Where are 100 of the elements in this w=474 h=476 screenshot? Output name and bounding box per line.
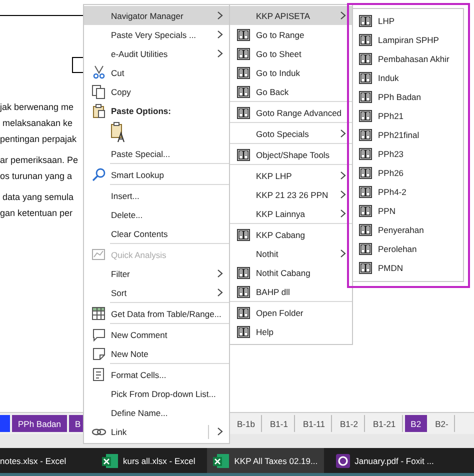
menu-item[interactable]: Filter (84, 264, 229, 283)
menu-item[interactable]: KKP 21 23 26 PPN (230, 185, 352, 204)
menu-item[interactable]: PPh4-2 (353, 182, 463, 201)
sheet-tab[interactable]: B1-11 (296, 415, 332, 432)
menu-item[interactable]: Get Data from Table/Range... (84, 302, 229, 323)
menu-item[interactable]: Perolehan (353, 239, 463, 258)
menu-item[interactable]: KKP LHP (230, 164, 352, 185)
add-in-icon (359, 52, 372, 64)
add-in-icon (236, 228, 250, 240)
sheet-tab[interactable]: PPh Badan (12, 415, 68, 432)
menu-item[interactable]: PPh26 (353, 163, 463, 182)
table-icon (90, 306, 106, 321)
scissors-icon (90, 65, 106, 80)
menu-item[interactable]: Define Name... (84, 403, 229, 422)
menu-item[interactable]: Open Folder (230, 301, 352, 322)
chart-icon (90, 247, 106, 262)
menu-item[interactable]: Insert... (84, 184, 229, 205)
clipboard-icon (90, 103, 106, 118)
menu-item[interactable]: Paste Very Specials ... (84, 25, 229, 44)
add-in-icon (359, 34, 372, 46)
menu-item[interactable]: Help (230, 322, 352, 341)
add-in-icon (359, 166, 372, 178)
menu-item[interactable]: Copy (84, 82, 229, 101)
add-in-icon (236, 306, 250, 318)
menu-item[interactable]: Go Back (230, 82, 352, 101)
body-text: jak berwenang me (0, 101, 74, 114)
menu-item[interactable]: Format Cells... (84, 363, 229, 384)
chevron-icon (217, 11, 223, 20)
menu-item[interactable]: Pick From Drop-down List... (84, 384, 229, 403)
menu-item[interactable]: BAHP dll (230, 282, 352, 301)
chevron-icon (217, 30, 223, 39)
add-in-icon (236, 28, 250, 40)
body-text: melaksanakan ke (2, 117, 73, 130)
menu-item[interactable]: Clear Contents (84, 224, 229, 243)
paste-button[interactable] (109, 120, 127, 144)
menu-item[interactable]: Object/Shape Tools (230, 143, 352, 164)
add-in-icon (359, 262, 372, 274)
chevron-icon (340, 249, 346, 258)
menu-item[interactable]: Go to Induk (230, 63, 352, 82)
menu-item[interactable]: Goto Range Advanced (230, 101, 352, 122)
menu-item[interactable]: PMDN (353, 258, 463, 277)
chevron-icon (217, 427, 223, 436)
add-in-icon (236, 326, 250, 338)
chevron-icon (340, 129, 346, 138)
add-in-icon (236, 48, 250, 60)
chevron-icon (340, 190, 346, 199)
add-in-icon (236, 148, 250, 160)
menu-item[interactable]: Lampiran SPHP (353, 30, 463, 49)
menu-item[interactable]: Go to Range (230, 25, 352, 44)
sheet-tab[interactable]: B2- (429, 415, 456, 432)
chevron-icon (217, 49, 223, 58)
menu-item[interactable]: Nothit Cabang (230, 263, 352, 282)
menu-item[interactable]: New Note (84, 344, 229, 363)
add-in-icon (236, 106, 250, 118)
menu-item[interactable]: PPh21 (353, 106, 463, 125)
menu-item[interactable]: Penyerahan (353, 220, 463, 239)
pdf-app-icon (336, 454, 350, 468)
menu-item[interactable]: e-Audit Utilities (84, 44, 229, 63)
note-icon (90, 346, 106, 361)
spreadsheet-app-icon (102, 454, 118, 468)
add-in-icon (359, 110, 372, 122)
menu-item[interactable]: New Comment (84, 323, 229, 344)
menu-item[interactable]: KKP Cabang (230, 223, 352, 244)
add-in-icon (359, 128, 372, 140)
sheet-tab[interactable]: B1-1 (264, 415, 295, 432)
body-text: pentingan perpajak (0, 133, 77, 146)
add-in-icon (359, 90, 372, 102)
menu-item[interactable]: PPN (353, 201, 463, 220)
sheet-tab[interactable]: B2 (404, 415, 428, 432)
add-in-icon (359, 224, 372, 236)
menu-item[interactable]: PPh Badan (353, 87, 463, 106)
sheet-tab[interactable]: B1-21 (366, 415, 403, 432)
taskbar-button[interactable]: KKP All Taxes 02.19... (207, 448, 324, 473)
menu-item[interactable]: KKP Lainnya (230, 204, 352, 223)
add-in-icon (359, 148, 372, 160)
spreadsheet-app-icon (213, 454, 230, 468)
menu-item[interactable]: Induk (353, 68, 463, 87)
comment-icon (90, 327, 106, 342)
add-in-icon (359, 186, 372, 198)
menu-item[interactable]: Navigator Manager (84, 6, 229, 25)
sheet-tab[interactable]: B-1b (231, 415, 262, 432)
menu-item[interactable]: Cut (84, 63, 229, 82)
menu-item[interactable]: KKP APISETA (230, 6, 352, 25)
menu-item[interactable]: Delete... (84, 205, 229, 224)
menu-item[interactable]: Paste Special... (84, 144, 229, 163)
menu-item[interactable]: Go to Sheet (230, 44, 352, 63)
menu-item[interactable]: Link (84, 422, 229, 441)
menu-item[interactable]: Goto Specials (230, 122, 352, 143)
menu-item[interactable]: Pembahasan Akhir (353, 49, 463, 68)
menu-item[interactable]: Nothit (230, 244, 352, 263)
menu-item[interactable]: LHP (353, 11, 463, 30)
chevron-icon (340, 171, 346, 180)
menu-item[interactable]: PPh23 (353, 144, 463, 163)
sheet-tab[interactable]: B1-2 (334, 415, 365, 432)
body-text: gan ketentuan per (0, 207, 73, 220)
menu-item[interactable]: Sort (84, 283, 229, 302)
menu-item[interactable]: PPh21final (353, 125, 463, 144)
menu-item[interactable]: Smart Lookup (84, 163, 229, 184)
add-in-icon (359, 72, 372, 84)
chevron-icon (340, 209, 346, 218)
